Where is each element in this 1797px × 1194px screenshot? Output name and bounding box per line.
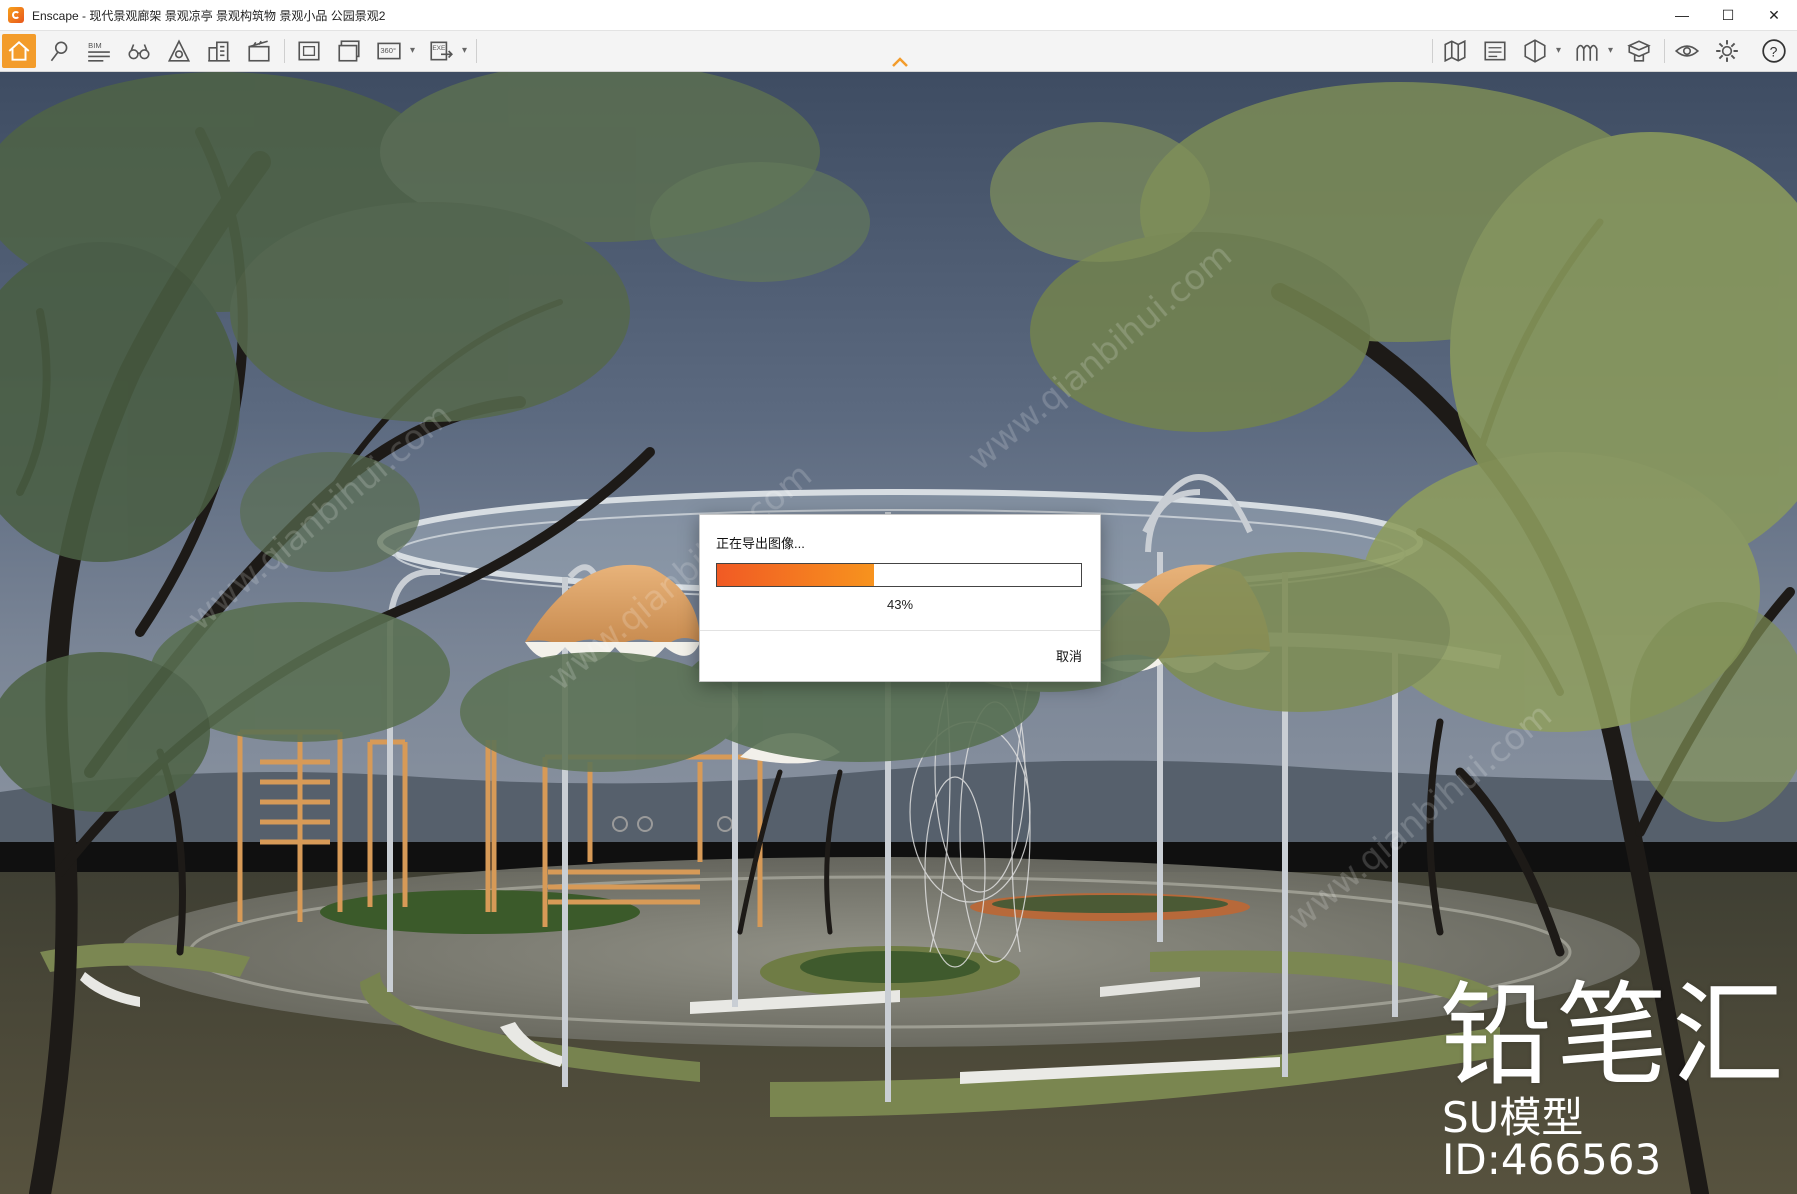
settings-button[interactable] (1710, 34, 1744, 68)
enscape-logo-icon (8, 7, 24, 23)
map-icon (1444, 39, 1466, 63)
materials-button[interactable] (1622, 34, 1656, 68)
progress-bar (716, 563, 1082, 587)
progress-percent-label: 43% (886, 597, 914, 612)
home-button[interactable] (2, 34, 36, 68)
home-icon (8, 41, 30, 61)
maximize-button[interactable]: ☐ (1705, 0, 1751, 30)
dialog-title: 正在导出图像... (716, 536, 805, 551)
cancel-button[interactable]: 取消 (1056, 646, 1082, 665)
walk-mode-button[interactable] (122, 34, 156, 68)
help-button[interactable]: ? (1757, 34, 1791, 68)
location-pin-icon (50, 41, 68, 62)
toolbar-separator (1432, 39, 1433, 63)
binoculars-icon (128, 44, 150, 60)
svg-text:EXE: EXE (432, 45, 446, 52)
help-icon: ? (1762, 39, 1786, 63)
location-button[interactable] (42, 34, 76, 68)
toolbar-separator (1664, 39, 1665, 63)
section-button[interactable] (1518, 34, 1552, 68)
materials-icon (1627, 40, 1651, 62)
visual-settings-icon (1674, 45, 1700, 57)
atmosphere-dropdown-caret[interactable]: ▾ (1608, 45, 1613, 56)
svg-text:?: ? (1770, 43, 1778, 59)
window-title: Enscape - 现代景观廊架 景观凉亭 景观构筑物 景观小品 公园景观2 (32, 8, 386, 23)
panorama-dropdown-caret[interactable]: ▾ (410, 45, 415, 56)
minimize-button[interactable]: — (1659, 0, 1705, 30)
view-management-button[interactable] (1478, 34, 1512, 68)
asset-library-icon (167, 39, 191, 62)
progress-bar-fill (717, 564, 874, 586)
atmosphere-button[interactable] (1570, 34, 1604, 68)
render-viewport[interactable]: www.qianbihui.com www.qianbihui.com www.… (0, 72, 1797, 1194)
view-management-icon (1484, 41, 1506, 61)
title-bar: Enscape - 现代景观廊架 景观凉亭 景观构筑物 景观小品 公园景观2 —… (0, 0, 1797, 31)
export-progress-dialog: 正在导出图像... 43% 取消 (699, 514, 1101, 682)
video-editor-button[interactable] (242, 34, 276, 68)
map-button[interactable] (1438, 34, 1472, 68)
asset-library-button[interactable] (162, 34, 196, 68)
buildings-icon (208, 41, 230, 62)
bim-icon: BIM (88, 41, 110, 62)
close-button[interactable]: ✕ (1751, 0, 1797, 30)
export-exe-icon: EXE (430, 41, 453, 61)
toolbar-separator (284, 39, 285, 63)
panorama-360-icon: 360° (377, 42, 401, 60)
bim-button[interactable]: BIM (82, 34, 116, 68)
video-editor-icon (248, 40, 270, 62)
visual-settings-button[interactable] (1670, 34, 1704, 68)
toolbar-separator (476, 39, 477, 63)
buildings-button[interactable] (202, 34, 236, 68)
section-dropdown-caret[interactable]: ▾ (1556, 45, 1561, 56)
settings-icon (1716, 40, 1738, 62)
section-icon (1524, 39, 1546, 63)
screenshot-button[interactable] (292, 34, 326, 68)
atmosphere-icon (1576, 44, 1598, 61)
export-dropdown-caret[interactable]: ▾ (462, 45, 467, 56)
export-button[interactable]: EXE (424, 34, 458, 68)
window-controls: — ☐ ✕ (1659, 0, 1797, 30)
dialog-divider (700, 630, 1100, 631)
batch-render-icon (338, 40, 360, 62)
panorama-button[interactable]: 360° (372, 34, 406, 68)
collapse-toolbar-chevron-icon[interactable] (888, 55, 912, 69)
watermark-model-id: SU模型ID:466563 (1442, 1093, 1662, 1184)
watermark-brand-text: 铅笔汇 (1440, 971, 1788, 1101)
svg-text:360°: 360° (380, 46, 396, 55)
screenshot-icon (298, 41, 320, 61)
batch-render-button[interactable] (332, 34, 366, 68)
svg-text:BIM: BIM (88, 41, 101, 50)
